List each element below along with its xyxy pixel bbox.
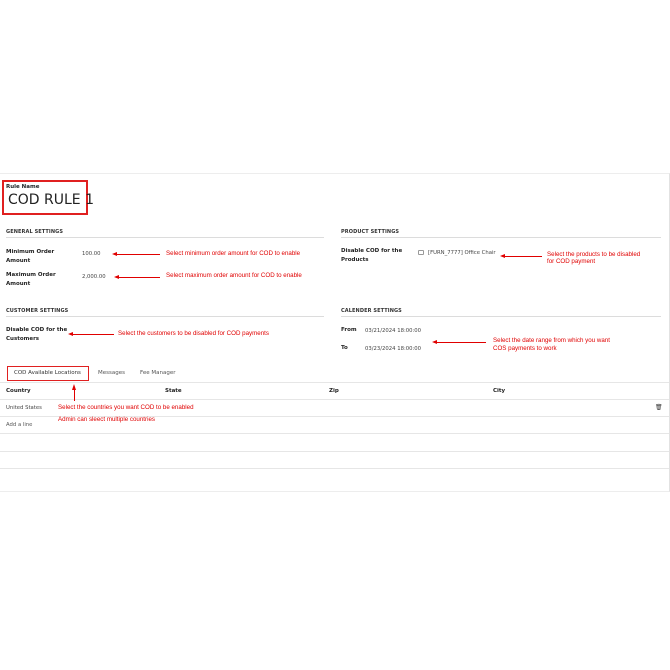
product-tag-office-chair[interactable]: [FURN_7777] Office Chair bbox=[428, 250, 496, 256]
column-country[interactable]: Country bbox=[6, 388, 31, 394]
annotation-countries-line2: Admin can sleect multiple countries bbox=[58, 416, 155, 423]
tab-fee-manager[interactable]: Fee Manager bbox=[140, 370, 176, 376]
product-settings-title: PRODUCT SETTINGS bbox=[341, 229, 400, 235]
table-row-divider bbox=[0, 433, 669, 434]
customer-settings-divider bbox=[6, 316, 324, 317]
annotation-dates-line2: COS payments to work bbox=[493, 345, 557, 352]
tabs-divider bbox=[0, 382, 669, 383]
header-divider bbox=[0, 399, 669, 400]
annotation-customers: Select the customers to be disabled for … bbox=[118, 330, 269, 337]
calendar-settings-title: CALENDER SETTINGS bbox=[341, 308, 402, 314]
annotation-arrow-min-line bbox=[116, 253, 160, 255]
annotation-products-line2: for COD payment bbox=[547, 258, 596, 265]
annotation-max: Select maximum order amount for COD to e… bbox=[166, 272, 302, 279]
column-zip[interactable]: Zip bbox=[329, 388, 339, 394]
rule-name-input[interactable]: COD RULE 1 bbox=[8, 192, 94, 208]
annotation-arrow-customers-line bbox=[72, 333, 114, 335]
general-settings-title: GENERAL SETTINGS bbox=[6, 229, 64, 235]
maximum-order-label: Maximum Order Amount bbox=[6, 272, 56, 287]
annotation-dates-line1: Select the date range from which you wan… bbox=[493, 337, 610, 344]
product-settings-divider bbox=[341, 237, 661, 238]
annotation-arrow-dates-line bbox=[436, 341, 486, 343]
calendar-settings-divider bbox=[341, 316, 661, 317]
row-country-cell[interactable]: United States bbox=[6, 405, 42, 411]
annotation-products-line1: Select the products to be disabled bbox=[547, 251, 641, 258]
table-row-divider bbox=[0, 468, 669, 469]
trash-icon[interactable]: 🗑 bbox=[655, 404, 663, 411]
annotation-arrow-countries-line bbox=[74, 389, 75, 401]
tab-cod-available-locations[interactable]: COD Available Locations bbox=[14, 370, 81, 376]
cod-rule-form bbox=[0, 173, 670, 492]
disable-customers-label: Disable COD for the Customers bbox=[6, 327, 68, 342]
product-image-icon bbox=[418, 250, 424, 255]
annotation-countries-line1: Select the countries you want COD to be … bbox=[58, 404, 194, 411]
minimum-order-input[interactable]: 100.00 bbox=[82, 251, 101, 257]
minimum-order-label: Minimum Order Amount bbox=[6, 249, 55, 264]
to-date-input[interactable]: 03/23/2024 18:00:00 bbox=[365, 346, 421, 352]
from-date-input[interactable]: 03/21/2024 18:00:00 bbox=[365, 328, 421, 334]
add-line-link[interactable]: Add a line bbox=[6, 422, 32, 428]
to-date-label: To bbox=[341, 345, 348, 351]
general-settings-divider bbox=[6, 237, 324, 238]
table-row-divider bbox=[0, 451, 669, 452]
column-state[interactable]: State bbox=[165, 388, 182, 394]
tab-messages[interactable]: Messages bbox=[98, 370, 125, 376]
annotation-arrow-products-line bbox=[504, 255, 542, 257]
annotation-arrow-max-line bbox=[118, 276, 160, 278]
annotation-min: Select minimum order amount for COD to e… bbox=[166, 250, 301, 257]
from-date-label: From bbox=[341, 327, 357, 333]
rule-name-label: Rule Name bbox=[6, 184, 40, 190]
customer-settings-title: CUSTOMER SETTINGS bbox=[6, 308, 69, 314]
maximum-order-input[interactable]: 2,000.00 bbox=[82, 274, 106, 280]
column-city[interactable]: City bbox=[493, 388, 505, 394]
disable-products-label: Disable COD for the Products bbox=[341, 248, 403, 263]
